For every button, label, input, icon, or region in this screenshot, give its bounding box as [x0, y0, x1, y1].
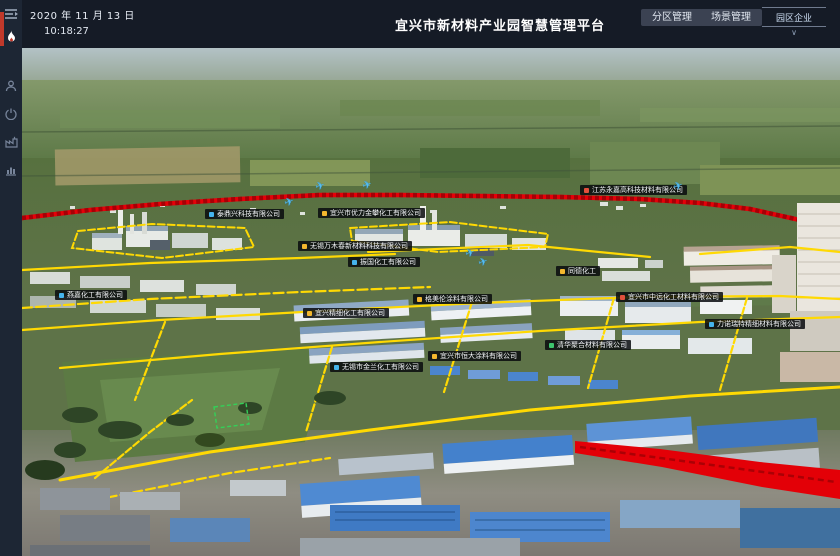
page-title: 宜兴市新材料产业园智慧管理平台: [395, 15, 605, 34]
company-marker-icon: [302, 244, 307, 249]
company-label[interactable]: 清华聚合材料有限公司: [545, 340, 631, 350]
sidebar-item-personnel[interactable]: [0, 74, 22, 98]
power-icon: [5, 108, 17, 120]
menu-icon: [4, 8, 18, 20]
sidebar-item-fire[interactable]: [0, 24, 22, 48]
worker-icon: [5, 80, 17, 92]
company-label[interactable]: 宜兴市优力金攀化工有限公司: [318, 208, 425, 218]
company-marker-icon: [432, 354, 437, 359]
company-name: 同德化工: [568, 266, 596, 276]
top-bar: 2020 年 11 月 13 日 10:18:27 宜兴市新材料产业园智慧管理平…: [22, 0, 840, 48]
company-marker-icon: [417, 297, 422, 302]
app-root: { "header": { "date": "2020 年 11 月 13 日"…: [0, 0, 840, 556]
company-name: 泰鼎兴科技有限公司: [217, 209, 280, 219]
company-label[interactable]: 同德化工: [556, 266, 600, 276]
company-marker-icon: [334, 365, 339, 370]
chart-icon: [5, 164, 17, 176]
sidebar-item-enterprise[interactable]: [0, 130, 22, 154]
company-marker-icon: [560, 269, 565, 274]
left-toolbar: [0, 0, 22, 556]
chevron-down-icon: ∨: [762, 27, 826, 37]
company-name: 宜兴市优力金攀化工有限公司: [330, 208, 421, 218]
park-enterprise-dropdown-label: 园区企业: [762, 8, 826, 27]
company-label[interactable]: 振国化工有限公司: [348, 257, 420, 267]
company-marker-icon: [307, 311, 312, 316]
company-label[interactable]: 无锡市金兰化工有限公司: [330, 362, 423, 372]
company-label[interactable]: 江苏永嘉高科技材料有限公司: [580, 185, 687, 195]
company-label[interactable]: 宜兴市恒大涂料有限公司: [428, 351, 521, 361]
company-name: 宜兴精细化工有限公司: [315, 308, 385, 318]
company-marker-icon: [352, 260, 357, 265]
company-name: 无锡万木春新材料科技有限公司: [310, 241, 408, 251]
company-label[interactable]: 燕嘉化工有限公司: [55, 290, 127, 300]
company-marker-icon: [709, 322, 714, 327]
company-name: 江苏永嘉高科技材料有限公司: [592, 185, 683, 195]
company-name: 宜兴市中远化工材料有限公司: [628, 292, 719, 302]
sidebar-item-statistics[interactable]: [0, 158, 22, 182]
company-marker-icon: [322, 211, 327, 216]
menu-toggle-button[interactable]: [0, 2, 22, 26]
factory-icon: [5, 136, 18, 148]
zone-management-button[interactable]: 分区管理: [641, 9, 703, 26]
company-name: 力诺瑞特精细材料有限公司: [717, 319, 801, 329]
company-marker-icon: [584, 188, 589, 193]
company-name: 燕嘉化工有限公司: [67, 290, 123, 300]
company-marker-icon: [209, 212, 214, 217]
company-marker-icon: [59, 293, 64, 298]
time-text: 10:18:27: [44, 26, 89, 37]
company-label[interactable]: 宜兴市中远化工材料有限公司: [616, 292, 723, 302]
company-name: 无锡市金兰化工有限公司: [342, 362, 419, 372]
company-name: 清华聚合材料有限公司: [557, 340, 627, 350]
company-name: 振国化工有限公司: [360, 257, 416, 267]
company-name: 格美伦涂料有限公司: [425, 294, 488, 304]
sidebar-item-monitor[interactable]: [0, 102, 22, 126]
company-label[interactable]: 力诺瑞特精细材料有限公司: [705, 319, 805, 329]
company-marker-icon: [549, 343, 554, 348]
scene-management-button[interactable]: 场景管理: [700, 9, 762, 26]
company-name: 宜兴市恒大涂料有限公司: [440, 351, 517, 361]
company-label[interactable]: 无锡万木春新材料科技有限公司: [298, 241, 412, 251]
park-enterprise-dropdown[interactable]: 园区企业 ∨: [762, 7, 826, 37]
company-label[interactable]: 宜兴精细化工有限公司: [303, 308, 389, 318]
company-label[interactable]: 泰鼎兴科技有限公司: [205, 209, 284, 219]
company-marker-icon: [620, 295, 625, 300]
company-label[interactable]: 格美伦涂料有限公司: [413, 294, 492, 304]
date-text: 2020 年 11 月 13 日: [30, 7, 135, 22]
flame-icon: [6, 30, 17, 43]
